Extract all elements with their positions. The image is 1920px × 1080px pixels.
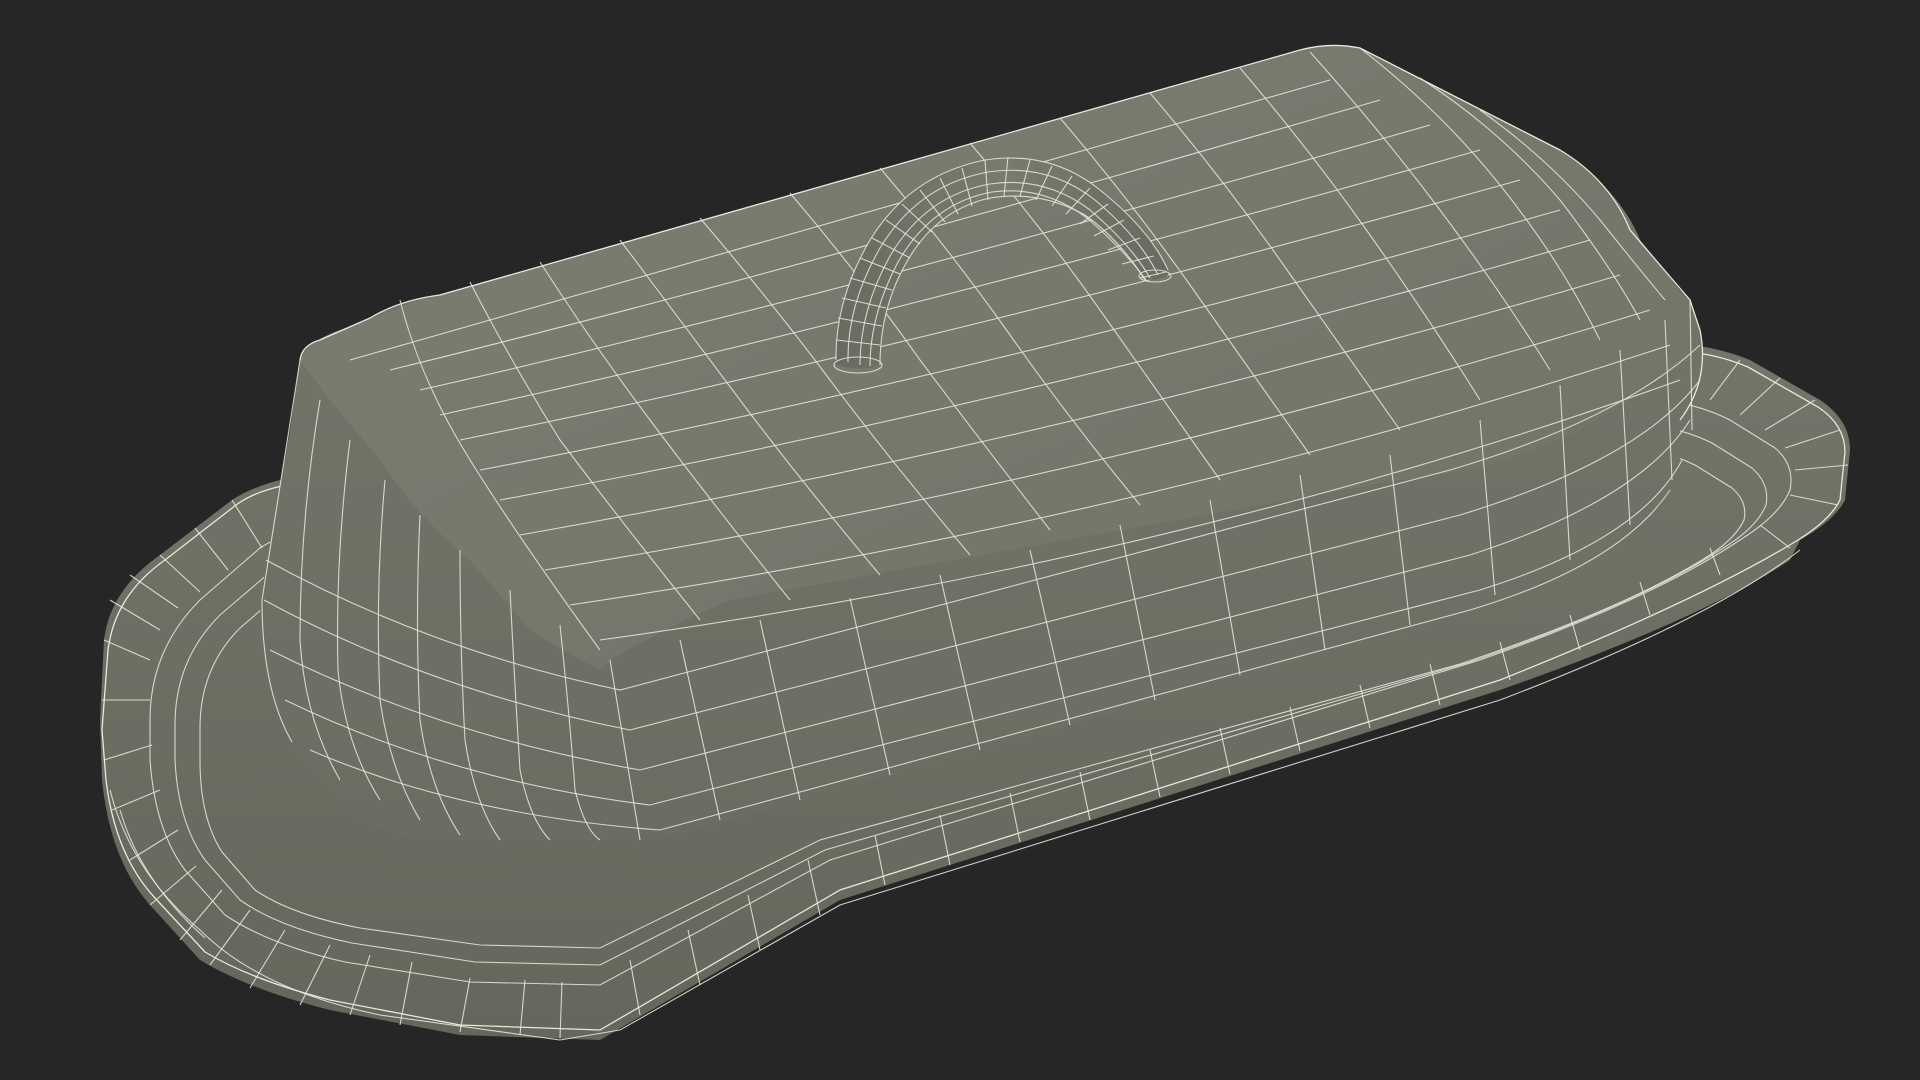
wireframe-render — [100, 44, 1850, 1041]
render-viewport — [0, 0, 1920, 1080]
